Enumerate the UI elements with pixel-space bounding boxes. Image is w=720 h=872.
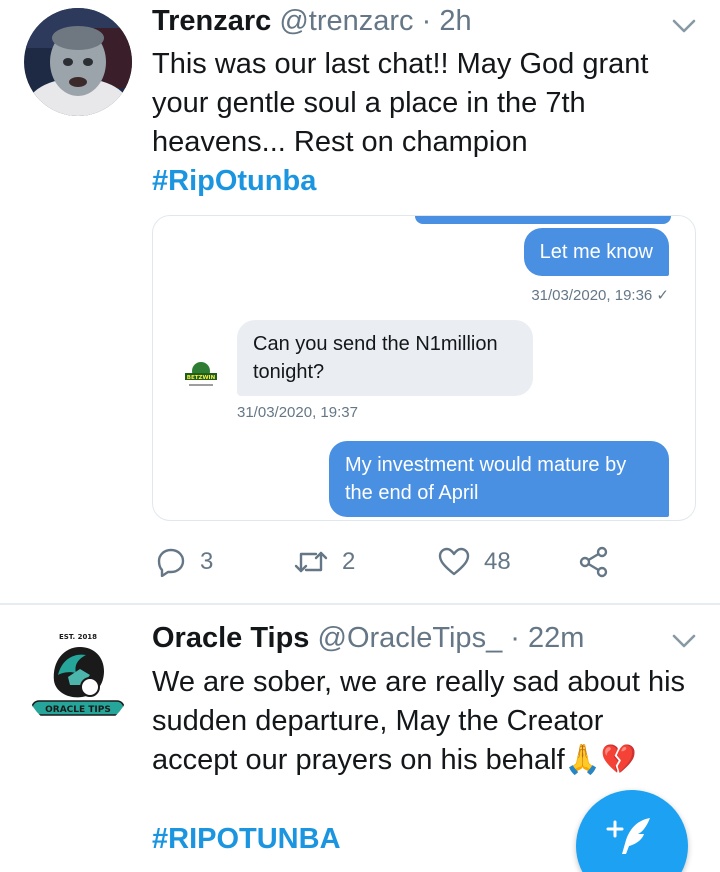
outgoing-message: Let me know <box>523 228 669 276</box>
like-count: 48 <box>484 548 511 575</box>
share-icon <box>579 546 608 578</box>
message-timestamp: 31/03/2020, 19:37 <box>237 404 358 421</box>
chat-avatar-logo: BETZWIN <box>182 357 220 395</box>
tweet-trenzarc[interactable]: Trenzarc @trenzarc · 2h This was our las… <box>0 0 720 604</box>
tweet-text-line: your gentle soul a place in the 7th <box>152 87 586 119</box>
handle-time: @OracleTips_ · 22m <box>317 622 585 654</box>
reply-icon <box>157 548 185 577</box>
chat-screenshot-media[interactable]: Let me know 31/03/2020, 19:36 ✓ BETZWIN … <box>152 215 696 521</box>
display-name[interactable]: Trenzarc <box>152 5 271 37</box>
display-name[interactable]: Oracle Tips <box>152 622 309 654</box>
tweet-text: This was our last chat!! May God grant y… <box>152 45 702 201</box>
logo-est-text: EST. 2018 <box>59 633 97 641</box>
oracle-tips-logo: EST. 2018 ORACLE TIPS <box>24 623 132 731</box>
tweet-text-line: This was our last chat!! May God grant <box>152 48 649 80</box>
hashtag-link[interactable]: #RipOtunba <box>152 162 702 201</box>
message-timestamp: 31/03/2020, 19:36 ✓ <box>531 287 669 304</box>
retweet-button[interactable]: 2 <box>294 540 355 584</box>
incoming-message: Can you send the N1million tonight? <box>237 320 533 396</box>
chat-avatar-text: BETZWIN <box>187 375 216 381</box>
reply-count: 3 <box>200 548 214 575</box>
tweet-header: Oracle Tips @OracleTips_ · 22m <box>152 621 584 655</box>
retweet-count: 2 <box>342 548 356 575</box>
share-button[interactable] <box>578 540 624 584</box>
like-icon <box>438 547 470 576</box>
tweet-text-line: sudden departure, May the Creator <box>152 705 604 737</box>
like-button[interactable]: 48 <box>438 540 511 584</box>
compose-feather-icon <box>606 818 650 854</box>
tweet-actions: 3 2 48 <box>152 540 672 584</box>
chevron-down-icon[interactable] <box>670 16 698 36</box>
avatar-trenzarc-image <box>24 8 132 116</box>
outgoing-message: My investment would mature by the end of… <box>329 441 669 517</box>
reply-button[interactable]: 3 <box>156 540 213 584</box>
hashtag-link[interactable]: #RIPOTUNBA <box>152 822 341 856</box>
tweet-text: We are sober, we are really sad about hi… <box>152 663 702 780</box>
tweet-text-line: We are sober, we are really sad about hi… <box>152 666 686 698</box>
tweet-text-line: heavens... Rest on champion <box>152 126 528 158</box>
handle-time: @trenzarc · 2h <box>279 5 472 37</box>
chevron-down-icon[interactable] <box>670 631 698 651</box>
avatar-oracletips[interactable]: EST. 2018 ORACLE TIPS <box>24 623 132 731</box>
tweet-text-line: accept our prayers on his behalf🙏💔 <box>152 744 637 776</box>
logo-brand-text: ORACLE TIPS <box>45 705 111 715</box>
previous-message-bubble <box>415 216 671 224</box>
tweet-header: Trenzarc @trenzarc · 2h <box>152 4 472 38</box>
avatar-trenzarc[interactable] <box>24 8 132 116</box>
retweet-icon <box>294 551 328 573</box>
